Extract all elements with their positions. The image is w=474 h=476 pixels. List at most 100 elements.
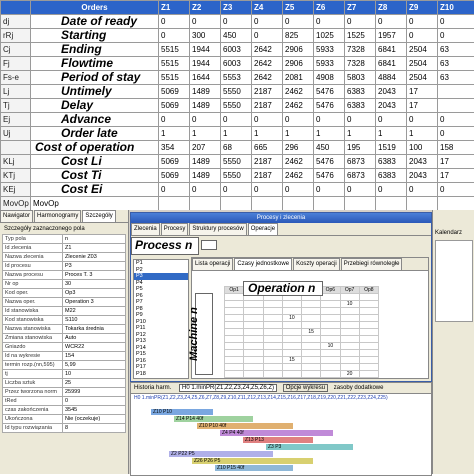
grid-cell[interactable]: 2043 — [376, 85, 407, 99]
op-cell[interactable] — [244, 301, 263, 308]
grid-cell[interactable]: 1644 — [190, 71, 221, 85]
details-tab[interactable]: Harmonogramy — [34, 210, 81, 222]
grid-cell[interactable]: 158 — [438, 141, 474, 155]
grid-cell[interactable]: 7328 — [345, 43, 376, 57]
op-cell[interactable] — [359, 336, 378, 343]
op-cell[interactable] — [321, 350, 340, 357]
process-item[interactable]: P18 — [134, 371, 188, 378]
op-cell[interactable] — [359, 294, 378, 301]
grid-cell[interactable]: 5476 — [314, 155, 345, 169]
processes-window[interactable]: Procesy i zlecenia ZleceniaProcesyStrukt… — [130, 212, 432, 382]
grid-cell[interactable]: 2462 — [283, 169, 314, 183]
grid-cell[interactable]: 2642 — [252, 43, 283, 57]
grid-cell[interactable]: 4908 — [314, 71, 345, 85]
grid-cell[interactable]: 2504 — [407, 57, 438, 71]
op-cell[interactable] — [321, 357, 340, 364]
grid-cell[interactable]: 1 — [376, 127, 407, 141]
op-cell[interactable] — [321, 371, 340, 378]
grid-cell[interactable]: 0 — [190, 183, 221, 197]
grid-cell[interactable]: 2187 — [252, 85, 283, 99]
op-cell[interactable] — [263, 322, 282, 329]
op-cell[interactable] — [321, 294, 340, 301]
grid-cell[interactable]: 0 — [407, 113, 438, 127]
column-header[interactable]: Z9 — [407, 1, 438, 15]
grid-cell[interactable]: 0 — [221, 113, 252, 127]
grid-cell[interactable]: 63 — [438, 43, 474, 57]
grid-cell[interactable]: 6383 — [345, 85, 376, 99]
grid-cell[interactable]: 7328 — [345, 57, 376, 71]
gantt-task-bar[interactable]: Z14 P14 40f — [174, 416, 253, 422]
grid-cell[interactable]: 2462 — [283, 155, 314, 169]
grid-cell[interactable]: 1489 — [190, 99, 221, 113]
op-cell[interactable] — [263, 329, 282, 336]
grid-cell[interactable]: 6383 — [376, 169, 407, 183]
details-tab[interactable]: Nawigator — [0, 210, 33, 222]
op-cell[interactable] — [244, 315, 263, 322]
grid-cell[interactable]: 5069 — [159, 85, 190, 99]
grid-cell[interactable] — [283, 197, 314, 211]
grid-cell[interactable]: 0 — [252, 183, 283, 197]
grid-cell[interactable]: 1944 — [190, 57, 221, 71]
op-cell[interactable] — [225, 357, 244, 364]
grid-cell[interactable]: 5476 — [314, 85, 345, 99]
op-cell[interactable] — [244, 322, 263, 329]
grid-cell[interactable]: 0 — [283, 15, 314, 29]
op-cell[interactable] — [302, 308, 321, 315]
grid-cell[interactable]: 296 — [283, 141, 314, 155]
grid-cell[interactable]: 0 — [283, 183, 314, 197]
grid-cell[interactable]: 6003 — [221, 43, 252, 57]
op-cell[interactable] — [282, 364, 301, 371]
op-cell[interactable]: 10 — [321, 343, 340, 350]
column-header[interactable]: Z5 — [283, 1, 314, 15]
op-cell[interactable] — [225, 343, 244, 350]
grid-cell[interactable]: 5069 — [159, 169, 190, 183]
op-cell[interactable] — [340, 308, 359, 315]
op-cell[interactable]: 20 — [340, 371, 359, 378]
grid-cell[interactable]: 6841 — [376, 57, 407, 71]
op-cell[interactable] — [282, 308, 301, 315]
grid-cell[interactable]: 1 — [345, 127, 376, 141]
op-cell[interactable] — [302, 322, 321, 329]
op-cell[interactable] — [225, 322, 244, 329]
grid-cell[interactable]: 0 — [438, 127, 474, 141]
grid-cell[interactable]: 1519 — [376, 141, 407, 155]
grid-cell[interactable]: 5550 — [221, 85, 252, 99]
op-cell[interactable] — [359, 301, 378, 308]
grid-cell[interactable]: 354 — [159, 141, 190, 155]
grid-cell[interactable]: 1 — [159, 127, 190, 141]
grid-cell[interactable]: 5476 — [314, 169, 345, 183]
grid-cell[interactable] — [438, 197, 474, 211]
op-cell[interactable] — [321, 322, 340, 329]
grid-cell[interactable]: 0 — [407, 15, 438, 29]
window-tab[interactable]: Operacje — [248, 223, 278, 235]
grid-cell[interactable]: 300 — [190, 29, 221, 43]
calendar-list[interactable] — [435, 240, 473, 322]
op-cell[interactable] — [225, 364, 244, 371]
op-cell[interactable] — [263, 308, 282, 315]
process-dropdown[interactable] — [201, 240, 217, 250]
grid-cell[interactable]: 1 — [252, 127, 283, 141]
op-cell[interactable] — [302, 357, 321, 364]
grid-cell[interactable]: 0 — [159, 29, 190, 43]
op-cell[interactable] — [282, 350, 301, 357]
grid-cell[interactable]: 0 — [345, 183, 376, 197]
op-cell[interactable] — [340, 357, 359, 364]
grid-cell[interactable]: 0 — [252, 15, 283, 29]
grid-cell[interactable]: 0 — [190, 113, 221, 127]
history-dropdown[interactable]: H0 1.minPR(Z1,Z2,Z3,Z4,Z5,Z6,Z) — [179, 384, 277, 392]
grid-cell[interactable]: 5550 — [221, 169, 252, 183]
grid-cell[interactable]: 0 — [345, 113, 376, 127]
grid-cell[interactable]: 2187 — [252, 99, 283, 113]
op-cell[interactable] — [244, 329, 263, 336]
grid-cell[interactable]: 1025 — [314, 29, 345, 43]
op-cell[interactable] — [225, 308, 244, 315]
grid-cell[interactable]: 450 — [221, 29, 252, 43]
op-cell[interactable] — [225, 350, 244, 357]
grid-cell[interactable]: 450 — [314, 141, 345, 155]
grid-cell[interactable]: 2043 — [407, 155, 438, 169]
op-cell[interactable] — [263, 336, 282, 343]
op-cell[interactable] — [282, 301, 301, 308]
grid-cell[interactable]: 0 — [159, 183, 190, 197]
op-cell[interactable]: 10 — [282, 315, 301, 322]
op-cell[interactable] — [263, 350, 282, 357]
